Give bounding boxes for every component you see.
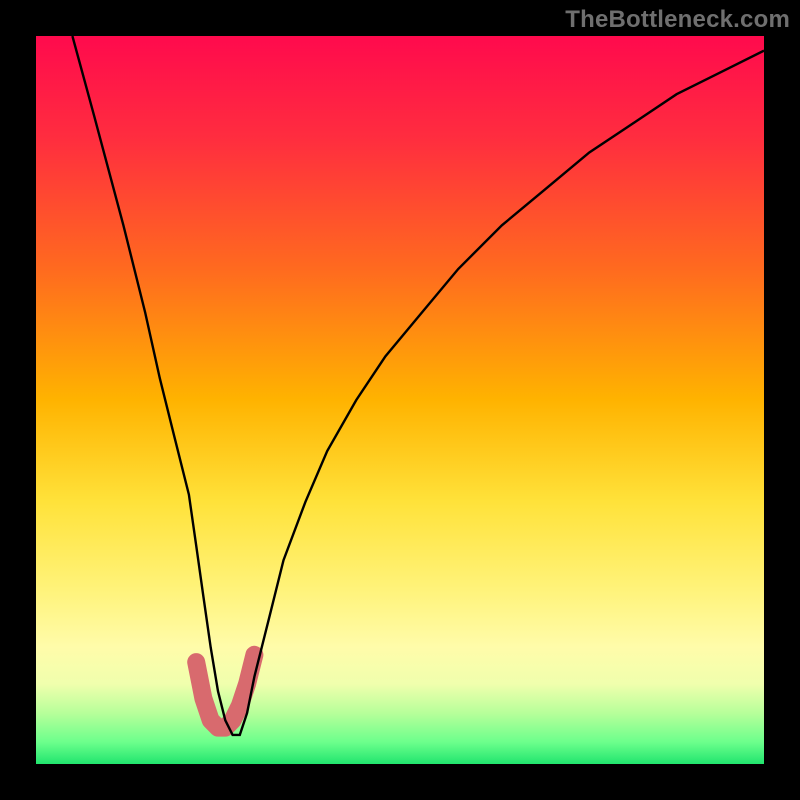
plot-area (36, 36, 764, 764)
curves-svg (36, 36, 764, 764)
watermark-text: TheBottleneck.com (565, 6, 790, 34)
bottleneck-curve-path (72, 36, 764, 735)
plot-frame: TheBottleneck.com (0, 0, 800, 800)
